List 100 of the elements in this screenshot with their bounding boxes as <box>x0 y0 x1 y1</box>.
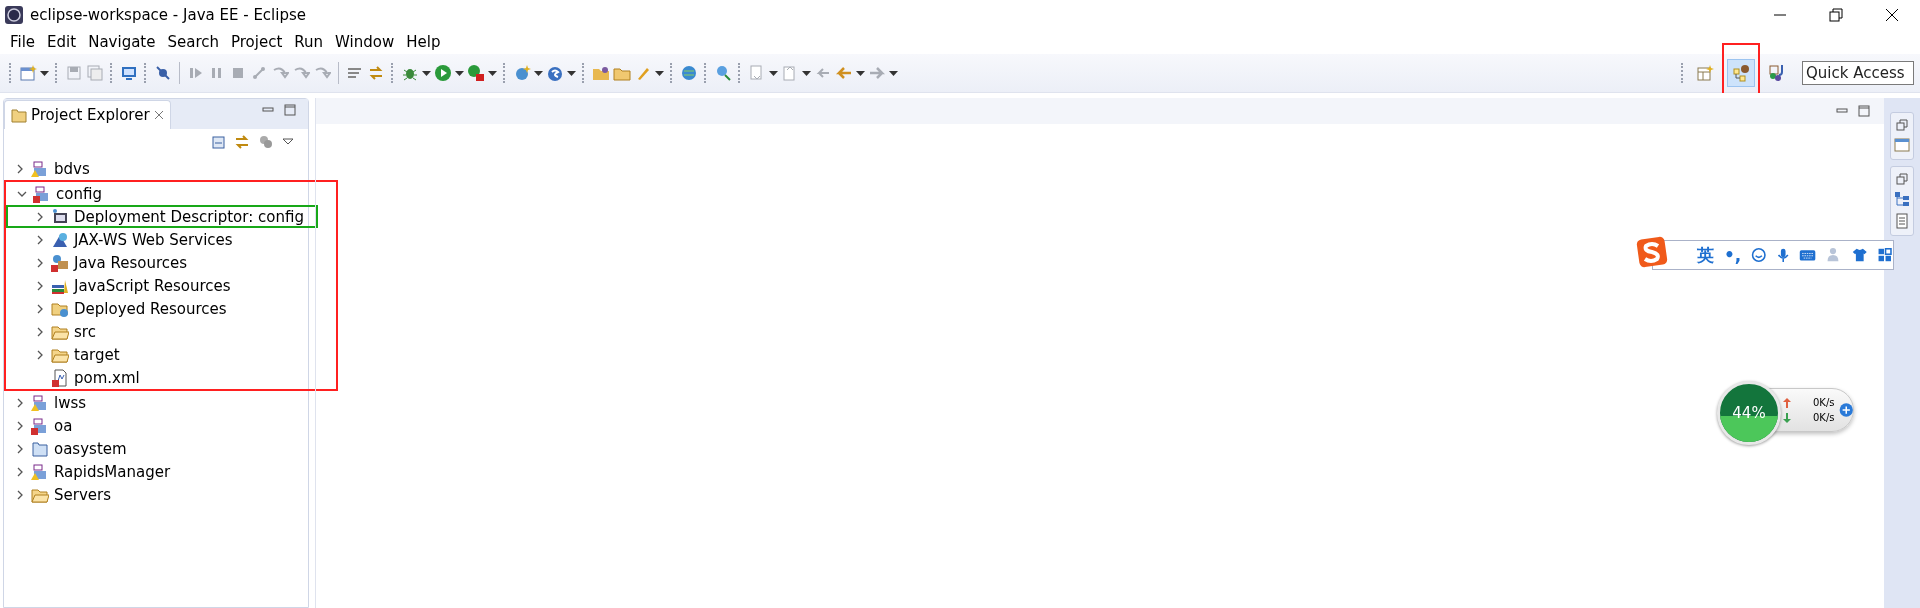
menu-item[interactable]: Project <box>225 33 289 51</box>
tree-item[interactable]: Deployment Descriptor: config <box>6 205 318 228</box>
chevron-right-icon <box>35 280 45 291</box>
menu-item[interactable]: Edit <box>41 33 83 51</box>
smiley-icon <box>1751 245 1767 265</box>
project-warning-icon <box>31 462 49 481</box>
dropdown-caret-icon <box>769 70 778 76</box>
menu-item[interactable]: Window <box>329 33 401 51</box>
tree-item[interactable]: oa <box>4 414 87 437</box>
new-window-icon <box>19 64 37 82</box>
menu-item[interactable]: Run <box>288 33 330 51</box>
tree-item[interactable]: Servers <box>4 483 125 506</box>
xml-file-icon <box>51 368 69 387</box>
down-arrow-icon <box>1783 412 1791 423</box>
tree-item[interactable]: JAX-WS Web Services <box>6 228 247 251</box>
descriptor-icon <box>51 207 69 226</box>
chevron-right-icon <box>35 211 45 222</box>
chevron-right-icon <box>35 349 45 360</box>
restore-icon <box>1896 119 1908 131</box>
dropdown-caret-icon <box>655 70 664 76</box>
open-perspective-icon <box>1696 64 1714 82</box>
save-icon <box>65 64 83 82</box>
circle-s-icon <box>546 64 564 82</box>
maximize-icon <box>284 104 296 116</box>
tree-item[interactable]: JavaScript Resources <box>6 274 245 297</box>
hierarchy-icon <box>1894 191 1910 207</box>
close-icon[interactable] <box>1885 8 1899 22</box>
menu-item[interactable]: File <box>4 33 42 51</box>
window-icon <box>1894 137 1910 153</box>
save-all-icon <box>86 64 104 82</box>
chevron-right-icon <box>15 489 25 500</box>
dropdown-caret-icon <box>802 70 811 76</box>
link-arrows-icon <box>234 134 250 150</box>
chevron-right-icon <box>15 443 25 454</box>
maximize-icon <box>1858 105 1870 117</box>
menu-item[interactable]: Navigate <box>82 33 162 51</box>
tree-item[interactable]: RapidsManager <box>4 460 185 483</box>
chevron-right-icon <box>35 326 45 337</box>
eclipse-logo-icon <box>4 5 24 25</box>
perspective-button[interactable] <box>1727 59 1755 87</box>
tree-item[interactable]: pom.xml <box>6 366 154 389</box>
project-error-icon <box>33 184 51 203</box>
usage-percent: 44% <box>1732 404 1766 422</box>
disconnect-icon <box>250 64 268 82</box>
menu-item[interactable]: Search <box>161 33 225 51</box>
dropdown-caret-icon <box>567 70 576 76</box>
run-tools-icon <box>467 64 485 82</box>
tree-item[interactable]: config <box>6 182 116 205</box>
up-arrow-icon <box>1783 397 1791 408</box>
tree-item[interactable]: bdvs <box>4 157 104 180</box>
input-mode-toggle[interactable]: 英 <box>1697 243 1714 267</box>
minimize-icon[interactable] <box>1773 14 1787 16</box>
project-warning-icon <box>31 393 49 412</box>
upload-rate: 0K/s <box>1813 397 1835 408</box>
search-icon <box>714 64 732 82</box>
folder-icon <box>31 439 49 458</box>
restore-icon <box>1896 173 1908 185</box>
globe-icon <box>513 64 531 82</box>
java-resources-icon <box>51 253 69 272</box>
tree-item[interactable]: Java Resources <box>6 251 202 274</box>
restore-icon[interactable] <box>1829 8 1843 22</box>
tree-item[interactable]: lwss <box>4 391 101 414</box>
download-rate: 0K/s <box>1813 412 1835 423</box>
project-warning-icon <box>31 159 49 178</box>
quick-access-field[interactable]: Quick Access <box>1802 61 1914 85</box>
dropdown-caret-icon <box>40 70 49 76</box>
tree-item[interactable]: src <box>6 320 110 343</box>
menu-item[interactable]: Help <box>400 33 447 51</box>
folder-icon <box>592 64 610 82</box>
tree-item[interactable]: oasystem <box>4 437 141 460</box>
tree-item[interactable]: target <box>6 343 134 366</box>
chevron-right-icon <box>15 420 25 431</box>
collapse-all-icon <box>210 134 226 150</box>
chevron-right-icon <box>35 234 45 245</box>
folder-icon <box>11 107 27 123</box>
chevron-right-icon <box>35 257 45 268</box>
dropdown-caret-icon <box>455 70 464 76</box>
dropdown-caret-icon <box>488 70 497 76</box>
window-title: eclipse-workspace - Java EE - Eclipse <box>30 6 307 24</box>
chevron-right-icon <box>15 397 25 408</box>
dropdown-caret-icon <box>856 70 865 76</box>
view-tab[interactable]: Project Explorer <box>4 100 171 129</box>
web-service-icon <box>51 230 69 249</box>
globe-icon <box>680 64 698 82</box>
dropdown-caret-icon <box>889 70 898 76</box>
project-error-icon <box>31 416 49 435</box>
monitor-icon <box>120 64 138 82</box>
document-icon <box>1894 213 1910 229</box>
punctuation-toggle[interactable]: •, <box>1724 245 1742 265</box>
tree-item[interactable]: Deployed Resources <box>6 297 241 320</box>
arrows-icon <box>367 64 385 82</box>
tree-diagram-icon <box>1732 64 1750 82</box>
chevron-right-icon <box>15 466 25 477</box>
run-icon <box>434 64 452 82</box>
java-perspective-icon <box>1768 64 1786 82</box>
dropdown-caret-icon <box>534 70 543 76</box>
filter-icon <box>258 134 274 150</box>
chevron-right-icon <box>15 163 25 174</box>
chevron-right-icon <box>35 303 45 314</box>
dropdown-caret-icon <box>422 70 431 76</box>
